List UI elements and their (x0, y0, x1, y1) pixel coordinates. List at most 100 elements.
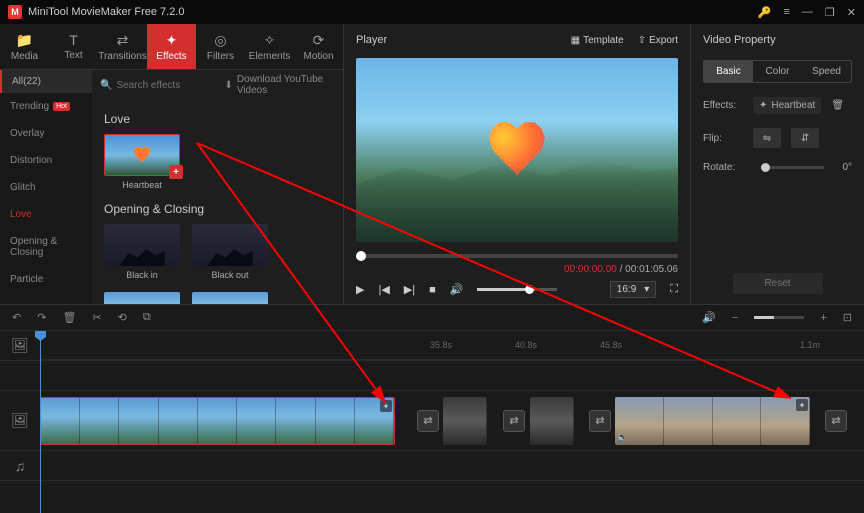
transition-slot[interactable]: ⇄ (417, 410, 439, 432)
ruler-mark: 35.8s (430, 340, 452, 350)
refresh-button[interactable]: ⟲ (118, 311, 127, 324)
flip-horizontal-button[interactable]: ⇋ (753, 128, 781, 148)
applied-effect-chip: ✦ Heartbeat (753, 97, 821, 114)
ruler-track: 🖼 35.8s 40.8s 45.8s 1.1m (0, 331, 864, 361)
effect-thumb-black-in[interactable] (104, 224, 180, 266)
effect-heartbeat[interactable]: + Heartbeat (104, 134, 180, 190)
playhead[interactable] (40, 331, 41, 513)
effect-black-out[interactable]: Black out (192, 224, 268, 280)
video-track-icon: 🖼 (0, 412, 40, 429)
hot-badge: Hot (53, 102, 70, 111)
effect-black-in[interactable]: Black in (104, 224, 180, 280)
video-clip-3[interactable] (530, 397, 574, 445)
aspect-ratio-select[interactable]: 16:9▾ (610, 281, 657, 298)
text-icon: T (69, 32, 78, 48)
progress-knob[interactable] (356, 251, 366, 261)
video-track[interactable]: 🖼 ✦ ⇄ ⇄ ⇄ ✦ 🔈 ⇄ (0, 391, 864, 451)
maximize-button[interactable]: ❐ (825, 6, 835, 19)
fullscreen-button[interactable]: ⛶ (670, 283, 678, 296)
flip-label: Flip: (703, 133, 743, 144)
delete-button[interactable]: 🗑 (62, 311, 76, 324)
prop-tab-color[interactable]: Color (753, 61, 802, 82)
category-glitch[interactable]: Glitch (0, 174, 92, 201)
timeline: ↶ ↷ 🗑 ✂ ⟲ ⧉ 🔊 − + ⊡ 🖼 35.8s 40.8s 45.8s … (0, 304, 864, 513)
tab-elements[interactable]: ✧Elements (245, 24, 294, 69)
remove-effect-button[interactable]: 🗑 (831, 100, 844, 111)
rotate-label: Rotate: (703, 162, 743, 173)
effect-thumb-black-out[interactable] (192, 224, 268, 266)
tab-filters[interactable]: ◎Filters (196, 24, 245, 69)
library-panel: 📁Media TText ⇄Transitions ✦Effects ◎Filt… (0, 24, 343, 304)
crop-button[interactable]: ⧉ (143, 311, 151, 324)
zoom-in-button[interactable]: + (820, 312, 826, 324)
category-sidebar: All(22) TrendingHot Overlay Distortion G… (0, 70, 92, 304)
template-button[interactable]: ▦Template (571, 35, 624, 46)
zoom-slider[interactable] (754, 316, 804, 319)
zoom-fit-button[interactable]: ⊡ (843, 311, 852, 324)
player-viewport[interactable] (356, 58, 678, 242)
transition-slot[interactable]: ⇄ (589, 410, 611, 432)
next-frame-button[interactable]: ▶| (404, 283, 415, 296)
category-all[interactable]: All(22) (0, 70, 92, 93)
section-love: Love (104, 112, 331, 126)
timeline-volume-icon[interactable]: 🔊 (702, 311, 716, 324)
video-clip-1[interactable]: ✦ (40, 397, 395, 445)
transition-slot[interactable]: ⇄ (825, 410, 847, 432)
close-button[interactable]: ✕ (847, 6, 856, 19)
add-effect-button[interactable]: + (169, 165, 183, 179)
redo-button[interactable]: ↷ (37, 311, 46, 324)
tab-transitions[interactable]: ⇄Transitions (98, 24, 147, 69)
audio-track-icon: ♫ (0, 458, 40, 474)
download-youtube-link[interactable]: ⬇ Download YouTube Videos (224, 74, 335, 96)
tab-text[interactable]: TText (49, 24, 98, 69)
undo-button[interactable]: ↶ (12, 311, 21, 324)
rotate-slider[interactable] (761, 166, 824, 169)
ruler-mark: 1.1m (800, 340, 820, 350)
effect-badge-icon: ✦ (796, 399, 808, 411)
menu-icon[interactable]: ≡ (783, 6, 789, 19)
category-opening-closing[interactable]: Opening & Closing (0, 228, 92, 266)
video-clip-4[interactable]: ✦ 🔈 (615, 397, 810, 445)
video-clip-2[interactable] (443, 397, 487, 445)
tab-motion[interactable]: ⟳Motion (294, 24, 343, 69)
prev-frame-button[interactable]: |◀ (378, 283, 389, 296)
category-trending[interactable]: TrendingHot (0, 93, 92, 120)
search-box[interactable]: 🔍 (100, 80, 216, 91)
ruler-mark: 40.8s (515, 340, 537, 350)
player-title: Player (356, 34, 387, 46)
flip-vertical-button[interactable]: ⇵ (791, 128, 819, 148)
category-particle[interactable]: Particle (0, 266, 92, 293)
property-panel: Video Property Basic Color Speed Effects… (691, 24, 864, 304)
effect-thumb-heartbeat[interactable]: + (104, 134, 180, 176)
effects-icon: ✦ (166, 32, 178, 49)
tab-media[interactable]: 📁Media (0, 24, 49, 69)
motion-icon: ⟳ (313, 32, 325, 49)
tab-effects[interactable]: ✦Effects (147, 24, 196, 69)
volume-slider[interactable] (477, 288, 557, 291)
minimize-button[interactable]: — (802, 6, 813, 19)
effect-item[interactable] (104, 292, 180, 304)
prop-tab-speed[interactable]: Speed (802, 61, 851, 82)
media-icon: 📁 (16, 32, 33, 49)
audio-track[interactable]: ♫ (0, 451, 864, 481)
zoom-out-button[interactable]: − (732, 312, 738, 324)
stop-button[interactable]: ■ (429, 284, 436, 296)
search-input[interactable] (116, 80, 216, 91)
upgrade-icon[interactable]: 🔑 (758, 6, 772, 19)
reset-button[interactable]: Reset (733, 273, 823, 294)
category-distortion[interactable]: Distortion (0, 147, 92, 174)
player-panel: Player ▦Template ⇧Export 00:00:00.00 / 0… (343, 24, 691, 304)
image-track-icon: 🖼 (0, 337, 40, 354)
category-overlay[interactable]: Overlay (0, 120, 92, 147)
split-button[interactable]: ✂ (92, 311, 101, 324)
volume-icon[interactable]: 🔊 (450, 283, 464, 296)
transition-slot[interactable]: ⇄ (503, 410, 525, 432)
export-button[interactable]: ⇧Export (638, 35, 678, 46)
player-progress[interactable] (356, 254, 678, 258)
category-love[interactable]: Love (0, 201, 92, 228)
app-logo: M (8, 5, 22, 19)
prop-tab-basic[interactable]: Basic (704, 61, 753, 82)
titlebar: M MiniTool MovieMaker Free 7.2.0 🔑 ≡ — ❐… (0, 0, 864, 24)
play-button[interactable]: ▶ (356, 283, 364, 296)
effect-item[interactable] (192, 292, 268, 304)
